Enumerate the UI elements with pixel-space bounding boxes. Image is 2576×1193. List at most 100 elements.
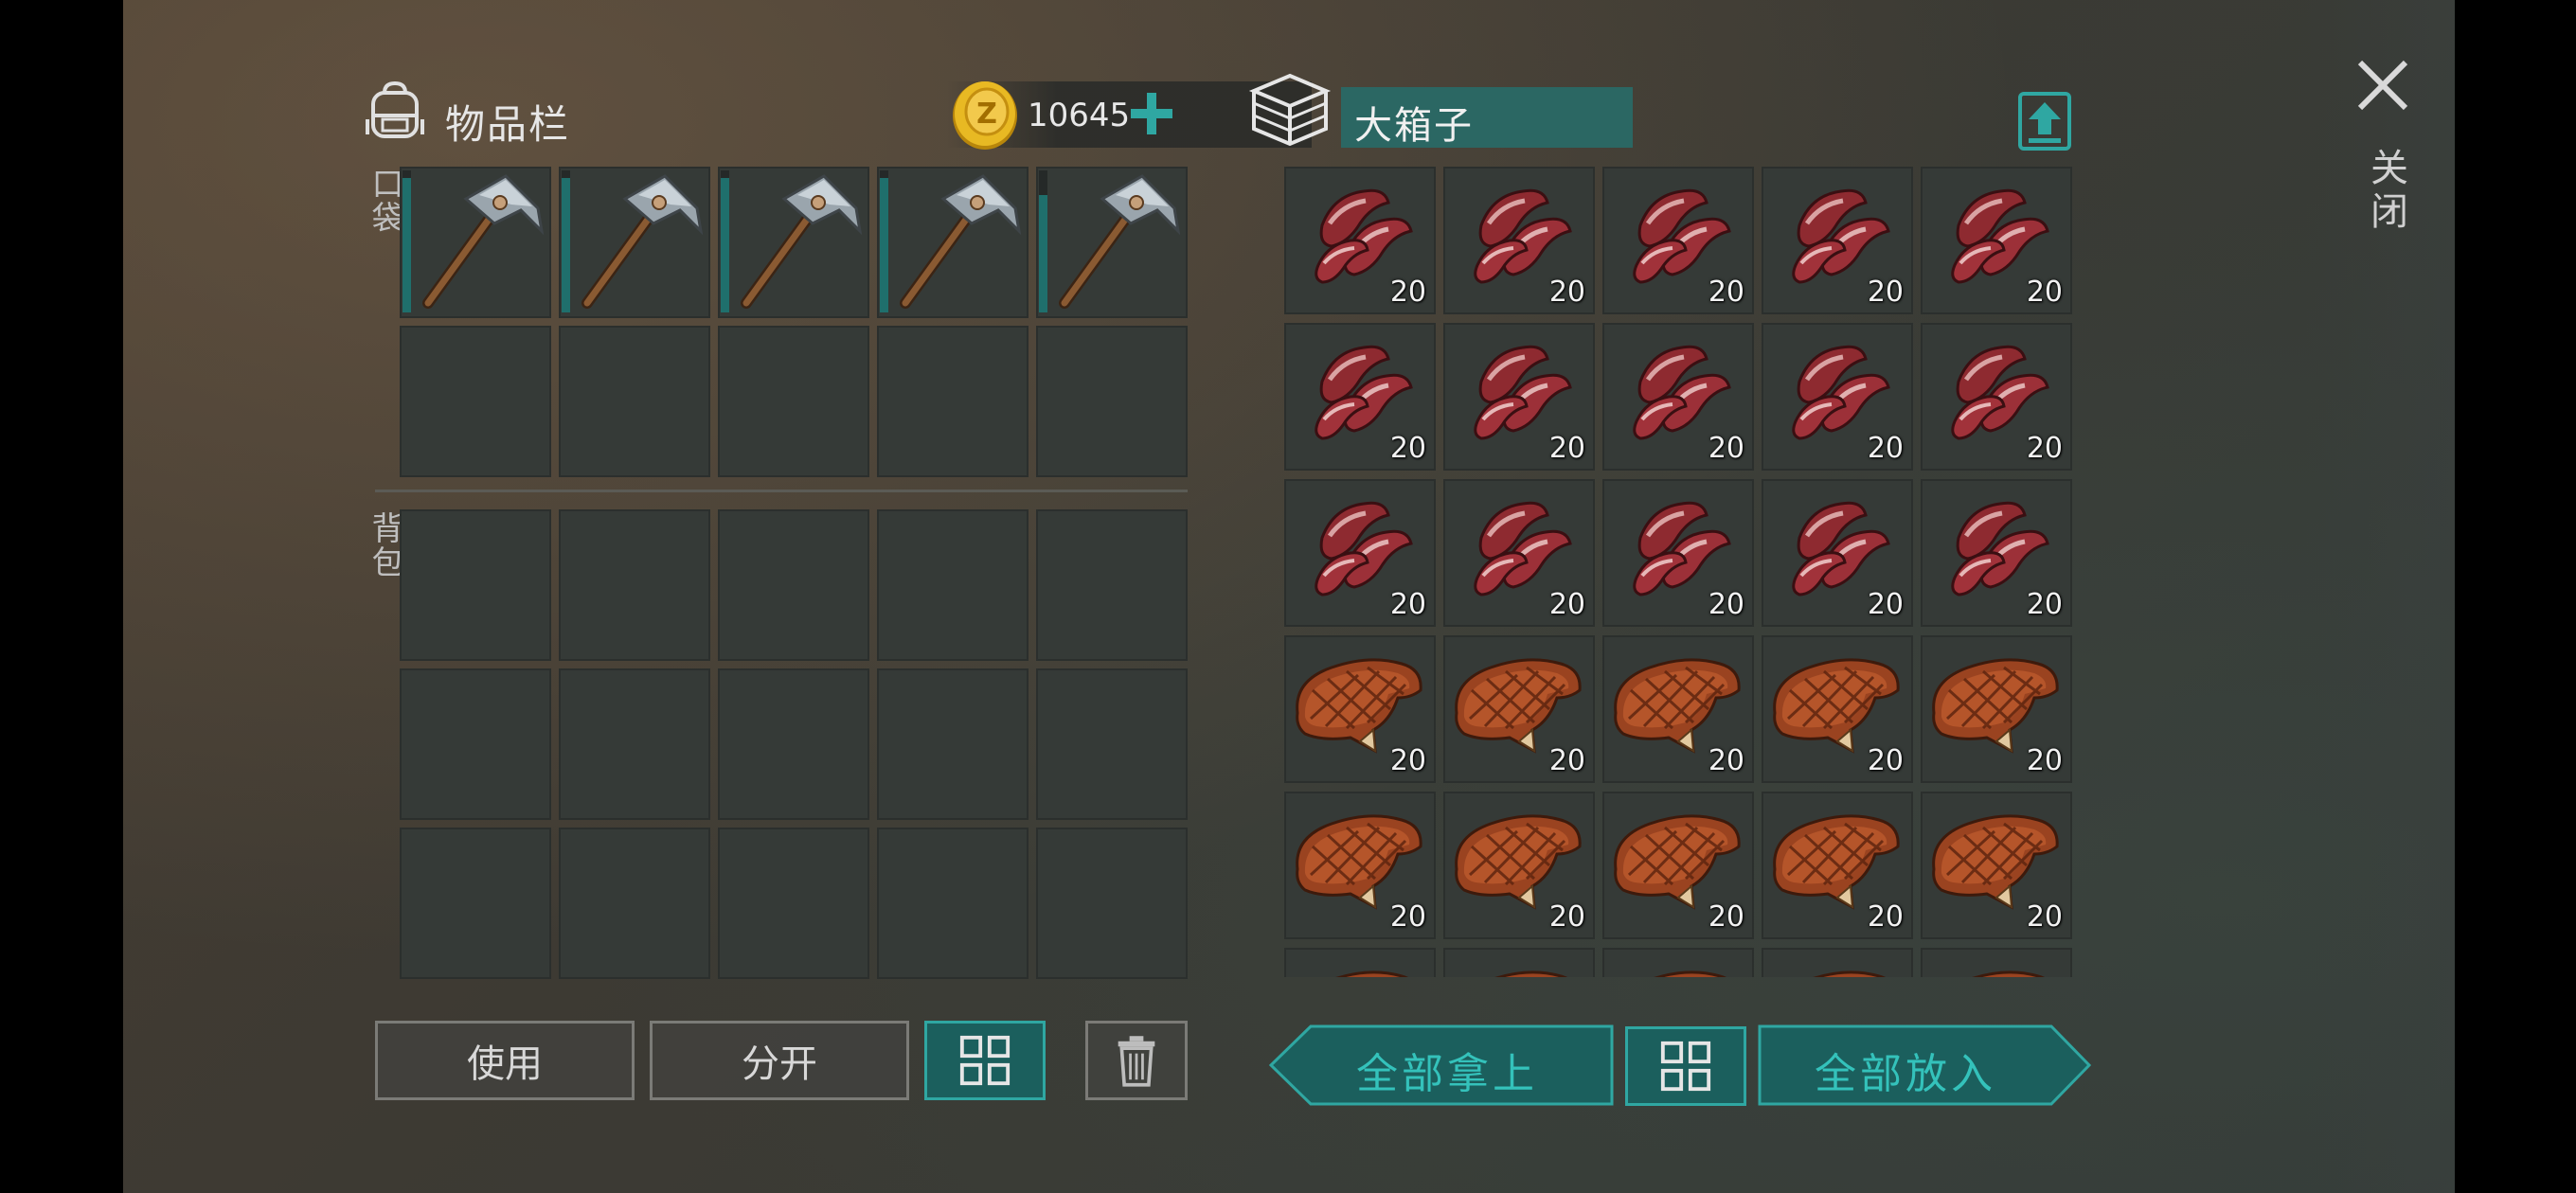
sort-inventory-button[interactable] — [924, 1021, 1046, 1100]
container-slot[interactable]: 20 — [1602, 479, 1754, 627]
container-slot[interactable]: 20 — [1921, 167, 2072, 314]
container-slot[interactable] — [1762, 948, 1913, 977]
item-quantity: 20 — [1867, 588, 1904, 621]
item-quantity: 20 — [1708, 900, 1744, 934]
container-slot[interactable]: 20 — [1762, 635, 1913, 783]
backpack-slot[interactable] — [877, 668, 1029, 820]
backpack-slot[interactable] — [400, 509, 551, 661]
pocket-slot[interactable] — [559, 326, 710, 477]
plus-icon — [1131, 93, 1172, 134]
steak-icon — [1654, 970, 1726, 977]
pocket-slot[interactable] — [718, 326, 869, 477]
item-quantity: 20 — [1548, 744, 1585, 777]
container-slot[interactable]: 20 — [1921, 479, 2072, 627]
backpack-slot[interactable] — [559, 828, 710, 979]
zcoin-icon: Z — [949, 76, 1021, 151]
backpack-slot[interactable] — [877, 509, 1029, 661]
backpack-slot[interactable] — [400, 828, 551, 979]
pocket-slot[interactable] — [1036, 326, 1188, 477]
container-title-field[interactable]: 大箱子 — [1341, 87, 1633, 148]
pocket-slot[interactable] — [877, 326, 1029, 477]
backpack-slot[interactable] — [1036, 509, 1188, 661]
grid-sort-icon — [959, 1035, 1011, 1086]
hammer-icon — [422, 174, 545, 309]
container-slot[interactable]: 20 — [1762, 479, 1913, 627]
close-label: 关闭 — [2364, 148, 2407, 235]
container-grid: 20 20 20 20 20 20 20 20 20 20 20 20 20 2… — [1284, 167, 2080, 977]
backpack-slot[interactable] — [559, 668, 710, 820]
backpack-slot[interactable] — [1036, 668, 1188, 820]
item-quantity: 20 — [1708, 432, 1744, 465]
split-button[interactable]: 分开 — [650, 1021, 909, 1100]
take-all-label: 全部拿上 — [1356, 1050, 1538, 1098]
container-slot[interactable]: 20 — [1284, 323, 1436, 471]
container-slot[interactable]: 20 — [1443, 167, 1595, 314]
container-title: 大箱子 — [1354, 104, 1474, 148]
pocket-slot[interactable] — [1036, 167, 1188, 318]
backpack-slot[interactable] — [1036, 828, 1188, 979]
container-slot[interactable]: 20 — [1602, 167, 1754, 314]
add-coins-button[interactable] — [1127, 89, 1176, 138]
hammer-icon — [581, 174, 704, 309]
item-quantity: 20 — [1708, 276, 1744, 309]
item-quantity: 20 — [2026, 588, 2063, 621]
steak-icon — [1494, 970, 1567, 977]
container-slot[interactable]: 20 — [1762, 323, 1913, 471]
item-quantity: 20 — [1548, 276, 1585, 309]
item-quantity: 20 — [1708, 744, 1744, 777]
sort-container-button[interactable] — [1625, 1026, 1746, 1106]
trash-icon — [1118, 1036, 1155, 1087]
backpack-slot[interactable] — [718, 668, 869, 820]
box-icon — [1248, 70, 1332, 150]
use-button[interactable]: 使用 — [375, 1021, 635, 1100]
container-slot[interactable] — [1284, 948, 1436, 977]
upload-button[interactable] — [2017, 91, 2072, 151]
item-quantity: 20 — [1867, 744, 1904, 777]
hammer-icon — [1059, 174, 1181, 309]
backpack-slot[interactable] — [877, 828, 1029, 979]
container-slot[interactable]: 20 — [1443, 479, 1595, 627]
pocket-slot[interactable] — [718, 167, 869, 318]
pocket-slot[interactable] — [877, 167, 1029, 318]
container-slot[interactable]: 20 — [1602, 323, 1754, 471]
item-quantity: 20 — [2026, 432, 2063, 465]
container-slot[interactable]: 20 — [1443, 635, 1595, 783]
pocket-slot[interactable] — [400, 326, 551, 477]
container-slot[interactable]: 20 — [1284, 792, 1436, 939]
container-slot[interactable]: 20 — [1921, 323, 2072, 471]
container-slot[interactable]: 20 — [1762, 792, 1913, 939]
item-quantity: 20 — [1389, 900, 1426, 934]
container-slot[interactable]: 20 — [1921, 635, 2072, 783]
container-slot[interactable]: 20 — [1443, 792, 1595, 939]
backpack-slot[interactable] — [559, 509, 710, 661]
item-quantity: 20 — [1867, 276, 1904, 309]
pocket-slot[interactable] — [400, 167, 551, 318]
item-quantity: 20 — [1389, 744, 1426, 777]
put-all-button[interactable]: 全部放入 — [1756, 1023, 2093, 1108]
close-icon[interactable] — [2356, 59, 2409, 112]
container-slot[interactable]: 20 — [1762, 167, 1913, 314]
container-slot[interactable]: 20 — [1921, 792, 2072, 939]
container-slot[interactable]: 20 — [1284, 479, 1436, 627]
grid-sort-icon — [1660, 1041, 1711, 1092]
item-quantity: 20 — [1389, 432, 1426, 465]
item-quantity: 20 — [1867, 900, 1904, 934]
pocket-slot[interactable] — [559, 167, 710, 318]
close-panel[interactable]: 关闭 — [2305, 0, 2455, 1193]
container-slot[interactable]: 20 — [1602, 635, 1754, 783]
section-divider — [375, 490, 1188, 492]
backpack-slot[interactable] — [718, 509, 869, 661]
container-slot[interactable]: 20 — [1284, 167, 1436, 314]
trash-button[interactable] — [1085, 1021, 1188, 1100]
container-slot[interactable] — [1602, 948, 1754, 977]
backpack-slot[interactable] — [718, 828, 869, 979]
container-slot[interactable]: 20 — [1443, 323, 1595, 471]
take-all-button[interactable]: 全部拿上 — [1269, 1023, 1616, 1108]
container-slot[interactable]: 20 — [1284, 635, 1436, 783]
container-slot[interactable] — [1921, 948, 2072, 977]
item-quantity: 20 — [2026, 744, 2063, 777]
container-slot[interactable]: 20 — [1602, 792, 1754, 939]
backpack-slot[interactable] — [400, 668, 551, 820]
game-screen: 物品栏 Z 10645 口袋 背包 使用 分开 大箱子 20 20 20 20 … — [123, 0, 2455, 1193]
container-slot[interactable] — [1443, 948, 1595, 977]
